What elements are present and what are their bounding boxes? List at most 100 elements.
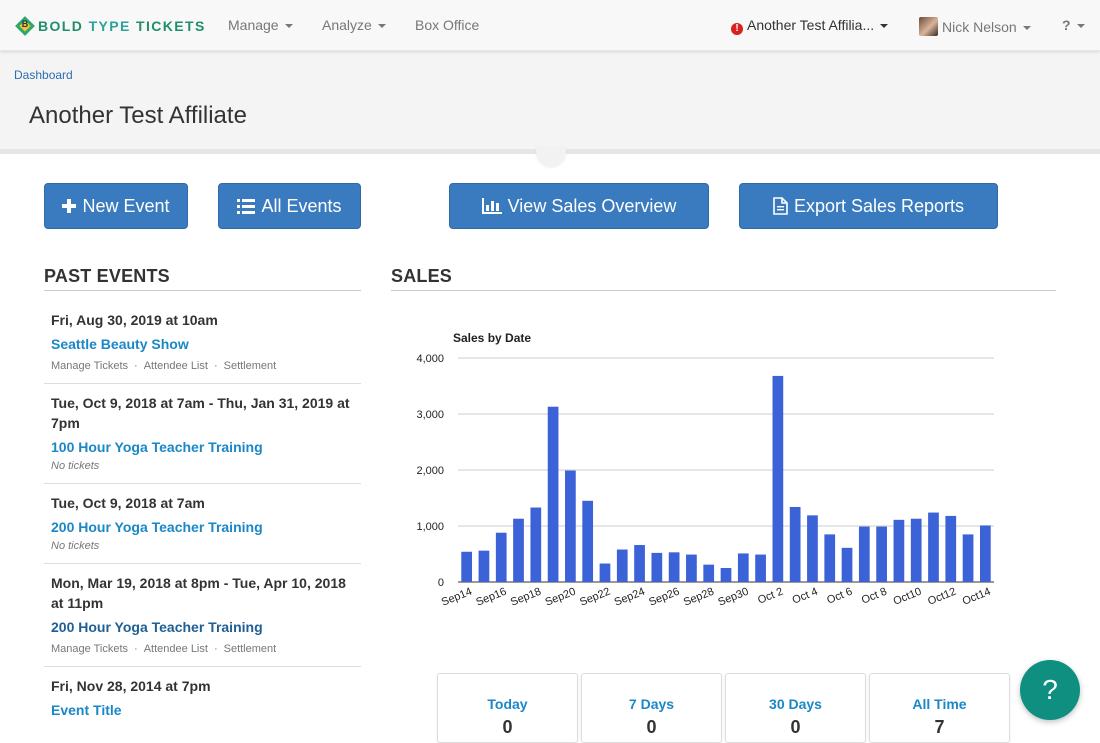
event-title-link[interactable]: 200 Hour Yoga Teacher Training — [51, 617, 354, 637]
bar — [962, 534, 974, 582]
stat-label[interactable]: 7 Days — [582, 696, 721, 712]
event-actions: Manage Tickets · Attendee List · Settlement — [51, 643, 277, 655]
bar — [789, 506, 801, 582]
event-date: Mon, Mar 19, 2018 at 8pm - Tue, Apr 10, … — [51, 575, 346, 611]
list-item: Fri, Aug 30, 2019 at 10am Seattle Beauty… — [44, 301, 361, 384]
sales-divider — [391, 290, 1056, 291]
y-tick-label: 0 — [438, 577, 444, 589]
header-notch — [536, 146, 566, 166]
stat-label[interactable]: 30 Days — [726, 696, 865, 712]
bar — [755, 554, 766, 582]
brand-logo[interactable]: B BOLD TYPE TICKETS — [15, 15, 206, 37]
chevron-down-icon — [377, 24, 386, 29]
stat-value: 0 — [502, 717, 513, 737]
bar — [720, 568, 732, 582]
manage-tickets-link[interactable]: Manage Tickets — [51, 643, 128, 655]
list-item: Fri, Nov 28, 2014 at 7pm Event Title — [44, 667, 361, 730]
x-tick-label: Oct 2 — [756, 586, 785, 607]
nav-analyze-label: Analyze — [322, 17, 372, 33]
past-events-list: Fri, Aug 30, 2019 at 10am Seattle Beauty… — [44, 301, 361, 730]
document-icon — [773, 197, 788, 215]
sales-by-date-chart: Sales by Date01,0002,0003,0004,000Sep14 S… — [416, 331, 994, 609]
new-event-button[interactable]: New Event — [44, 183, 188, 229]
bar — [928, 512, 939, 582]
bar — [772, 375, 784, 582]
settlement-link[interactable]: Settlement — [224, 643, 277, 655]
bar — [945, 515, 957, 582]
chevron-down-icon — [284, 24, 293, 29]
stat-value: 0 — [646, 717, 657, 737]
y-tick-label: 2,000 — [416, 465, 444, 477]
event-date: Tue, Oct 9, 2018 at 7am - Thu, Jan 31, 2… — [51, 395, 350, 431]
attendee-list-link[interactable]: Attendee List — [144, 643, 208, 655]
event-title-link[interactable]: 200 Hour Yoga Teacher Training — [51, 517, 354, 537]
export-sales-reports-label: Export Sales Reports — [793, 195, 965, 216]
nav-help-menu[interactable]: ? — [1062, 17, 1085, 33]
nav-help-label: ? — [1062, 17, 1071, 33]
nav-affiliate-menu[interactable]: ! Another Test Affilia... — [731, 17, 889, 35]
bar — [582, 500, 594, 582]
x-tick-label: Sep14 — [440, 586, 474, 609]
list-item: Mon, Mar 19, 2018 at 8pm - Tue, Apr 10, … — [44, 564, 361, 667]
stat-7-days: 7 Days 0 — [581, 673, 722, 743]
x-tick-label: Oct 4 — [791, 586, 820, 607]
brand-word-3: TICKETS — [136, 18, 206, 34]
bar — [478, 550, 490, 582]
all-events-label: All Events — [261, 195, 342, 216]
bar — [824, 534, 836, 582]
event-title-link[interactable]: Seattle Beauty Show — [51, 334, 354, 354]
brand-word-1: BOLD — [38, 18, 84, 34]
manage-tickets-link[interactable]: Manage Tickets — [51, 360, 128, 372]
no-tickets-note: No tickets — [51, 460, 100, 472]
bar — [876, 526, 887, 582]
stat-label[interactable]: Today — [438, 696, 577, 712]
view-sales-overview-button[interactable]: View Sales Overview — [449, 183, 709, 229]
list-item: Tue, Oct 9, 2018 at 7am - Thu, Jan 31, 2… — [44, 384, 361, 484]
attendee-list-link[interactable]: Attendee List — [144, 360, 208, 372]
bar — [565, 470, 576, 582]
bar — [547, 406, 559, 582]
stat-today: Today 0 — [437, 673, 578, 743]
stat-label[interactable]: All Time — [870, 696, 1009, 712]
x-tick-label: Oct10 — [892, 586, 924, 608]
x-tick-label: Sep20 — [544, 586, 578, 609]
event-actions: Manage Tickets · Attendee List · Settlement — [51, 360, 277, 372]
bar — [841, 547, 853, 582]
y-tick-label: 1,000 — [416, 521, 444, 533]
x-tick-label: Oct12 — [926, 586, 958, 608]
nav-box-office-label: Box Office — [415, 17, 480, 33]
view-sales-overview-label: View Sales Overview — [507, 195, 677, 216]
nav-manage-menu[interactable]: Manage — [228, 17, 293, 33]
top-navbar: B BOLD TYPE TICKETS Manage Analyze Box O… — [0, 0, 1100, 51]
page-header: Dashboard Another Test Affiliate — [0, 51, 1100, 149]
stat-30-days: 30 Days 0 — [725, 673, 866, 743]
export-sales-reports-button[interactable]: Export Sales Reports — [739, 183, 998, 229]
bar — [893, 519, 905, 582]
x-tick-label: Sep28 — [682, 586, 716, 609]
bar — [910, 518, 922, 582]
nav-affiliate-label: Another Test Affilia... — [747, 17, 875, 33]
settlement-link[interactable]: Settlement — [224, 360, 277, 372]
help-bubble-button[interactable]: ? — [1020, 660, 1080, 720]
bar — [651, 552, 663, 582]
x-tick-label: Sep22 — [578, 586, 612, 609]
bar — [616, 549, 628, 582]
bar — [807, 515, 818, 582]
breadcrumb[interactable]: Dashboard — [14, 68, 73, 82]
nav-analyze-menu[interactable]: Analyze — [322, 17, 386, 33]
bar — [495, 532, 507, 582]
x-tick-label: Sep24 — [613, 586, 647, 609]
all-events-button[interactable]: All Events — [218, 183, 361, 229]
event-title-link[interactable]: 100 Hour Yoga Teacher Training — [51, 437, 354, 457]
past-events-divider — [44, 290, 361, 291]
bar — [737, 553, 749, 582]
logo-letter: B — [21, 19, 29, 29]
list-item: Tue, Oct 9, 2018 at 7am 200 Hour Yoga Te… — [44, 484, 361, 564]
page-title: Another Test Affiliate — [29, 102, 247, 129]
avatar — [919, 17, 938, 36]
nav-box-office[interactable]: Box Office — [415, 17, 479, 33]
logo-mark-icon: B — [15, 16, 35, 36]
nav-user-menu[interactable]: Nick Nelson — [919, 17, 1031, 36]
x-tick-label: Sep18 — [509, 586, 543, 609]
event-title-link[interactable]: Event Title — [51, 700, 354, 720]
